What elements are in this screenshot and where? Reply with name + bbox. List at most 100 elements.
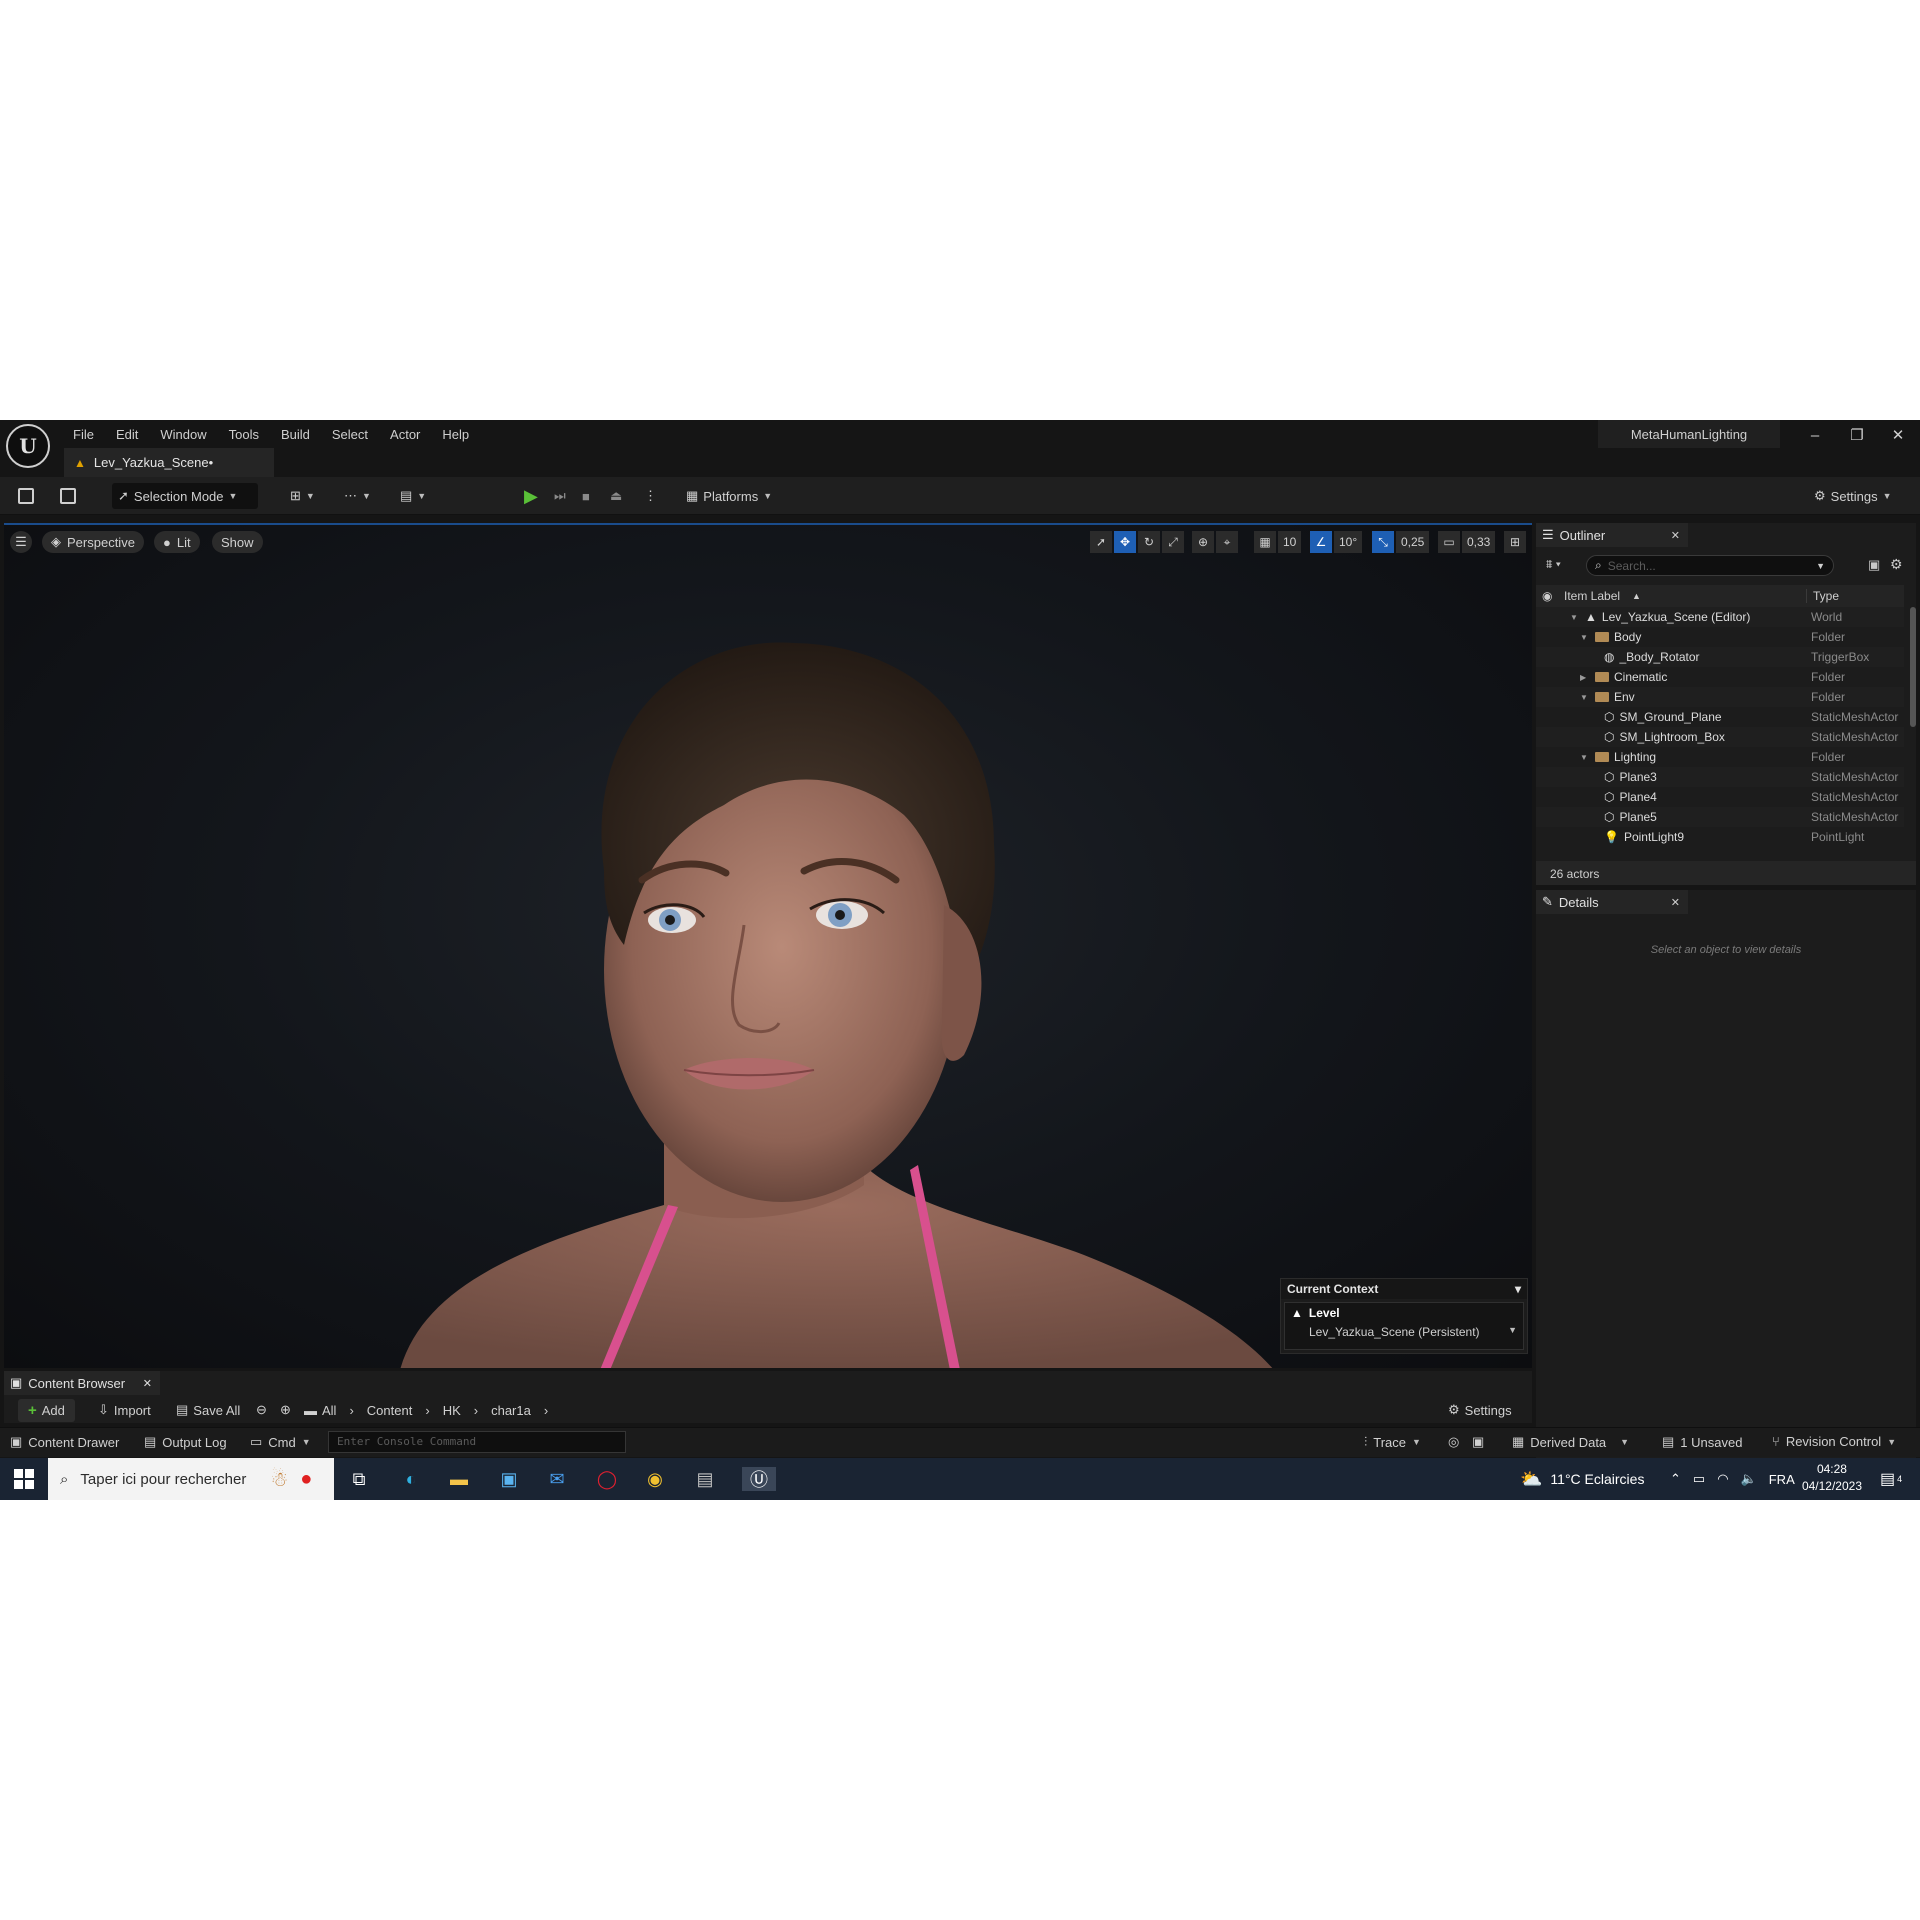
tree-row[interactable]: 💡 PointLight9 PointLight xyxy=(1536,827,1904,847)
expand-arrow-icon[interactable]: ▼ xyxy=(1580,693,1590,702)
level-document-tab[interactable]: ▲ Lev_Yazkua_Scene• xyxy=(64,448,274,477)
browse-level-icon[interactable] xyxy=(54,483,82,509)
menu-build[interactable]: Build xyxy=(270,424,321,445)
add-folder-icon[interactable]: ▣ xyxy=(1868,557,1880,573)
derived-data-dropdown[interactable]: ▦ Derived Data ▼ xyxy=(1512,1434,1629,1450)
tree-row[interactable]: ▼ Env Folder xyxy=(1536,687,1904,707)
scale-snap-value[interactable]: 0,25 xyxy=(1396,531,1430,553)
step-button[interactable]: ⏭ xyxy=(548,483,572,509)
more-options-button[interactable]: ⋮ xyxy=(638,483,663,509)
outliner-search-input[interactable]: ⌕ Search... ▼ xyxy=(1586,555,1834,576)
tree-row[interactable]: ⬡ SM_Ground_Plane StaticMeshActor xyxy=(1536,707,1904,727)
back-button[interactable]: ⊖ xyxy=(256,1402,267,1418)
screenshot-icon[interactable]: ▣ xyxy=(1472,1434,1484,1450)
content-drawer-button[interactable]: ▣ Content Drawer xyxy=(10,1434,119,1450)
content-settings-button[interactable]: ⚙ Settings xyxy=(1448,1402,1512,1418)
menu-tools[interactable]: Tools xyxy=(218,424,270,445)
blueprint-button[interactable]: ⋯ ▼ xyxy=(338,483,377,509)
file-explorer-icon[interactable]: ▬ xyxy=(446,1467,472,1491)
add-button[interactable]: + Add xyxy=(18,1398,75,1422)
tree-row[interactable]: ⬡ Plane3 StaticMeshActor xyxy=(1536,767,1904,787)
platforms-dropdown[interactable]: ▦ Platforms ▼ xyxy=(680,483,778,509)
tree-row[interactable]: ▼ ▲ Lev_Yazkua_Scene (Editor) World xyxy=(1536,607,1904,627)
select-tool-icon[interactable]: ➚ xyxy=(1090,531,1112,553)
translate-tool-icon[interactable]: ✥ xyxy=(1114,531,1136,553)
store-icon[interactable]: ▣ xyxy=(496,1467,522,1491)
close-tab-icon[interactable]: ✕ xyxy=(1671,896,1680,909)
menu-file[interactable]: File xyxy=(62,424,105,445)
unreal-logo-icon[interactable]: U xyxy=(6,424,50,468)
tree-row[interactable]: ▶ Cinematic Folder xyxy=(1536,667,1904,687)
forward-button[interactable]: ⊕ xyxy=(280,1402,291,1418)
unsaved-button[interactable]: ▤ 1 Unsaved xyxy=(1662,1434,1742,1450)
mail-icon[interactable]: ✉ xyxy=(544,1467,570,1491)
weather-widget[interactable]: ⛅ 11°C Eclaircies xyxy=(1520,1458,1644,1500)
minimize-icon[interactable]: – xyxy=(1795,424,1835,446)
taskbar-clock[interactable]: 04:28 04/12/2023 xyxy=(1802,1461,1862,1495)
close-icon[interactable]: ✕ xyxy=(1878,424,1918,446)
grid-snap-value[interactable]: 10 xyxy=(1278,531,1302,553)
close-tab-icon[interactable]: ✕ xyxy=(1671,529,1680,542)
show-button[interactable]: Show xyxy=(212,531,263,553)
level-viewport[interactable]: ☰ ◈ Perspective ● Lit Show ➚ ✥ ↻ ⤢ ⊕ ⌖ ▦… xyxy=(4,523,1532,1368)
expand-arrow-icon[interactable]: ▼ xyxy=(1580,753,1590,762)
add-actor-button[interactable]: ⊞ ▼ xyxy=(284,483,321,509)
wifi-icon[interactable]: ◠ xyxy=(1717,1471,1728,1487)
breadcrumb-content[interactable]: Content xyxy=(367,1403,413,1418)
notifications-button[interactable]: ▤ 4 xyxy=(1880,1458,1902,1500)
windows-start-icon[interactable] xyxy=(14,1469,34,1489)
collapse-arrow-icon[interactable]: ▾ xyxy=(1515,1282,1521,1296)
gear-icon[interactable]: ⚙ xyxy=(1890,556,1903,573)
outliner-tab[interactable]: ☰ Outliner ✕ xyxy=(1536,523,1688,547)
lit-button[interactable]: ● Lit xyxy=(154,531,200,553)
column-type[interactable]: Type xyxy=(1806,589,1839,603)
trace-dropdown[interactable]: ⫶ Trace ▼ xyxy=(1364,1434,1421,1450)
expand-arrow-icon[interactable]: ▼ xyxy=(1570,613,1580,622)
angle-snap-icon[interactable]: ∠ xyxy=(1310,531,1332,553)
column-item-label[interactable]: Item Label xyxy=(1564,589,1620,603)
menu-edit[interactable]: Edit xyxy=(105,424,149,445)
menu-actor[interactable]: Actor xyxy=(379,424,431,445)
record-icon[interactable]: ◎ xyxy=(1448,1434,1459,1450)
output-log-button[interactable]: ▤ Output Log xyxy=(144,1434,227,1450)
surface-snap-icon[interactable]: ⌖ xyxy=(1216,531,1238,553)
application-icon[interactable]: ▤ xyxy=(692,1467,718,1491)
console-command-input[interactable]: Enter Console Command xyxy=(328,1431,626,1453)
expand-arrow-icon[interactable]: ▼ xyxy=(1580,633,1590,642)
world-space-icon[interactable]: ⊕ xyxy=(1192,531,1214,553)
camera-speed-value[interactable]: 0,33 xyxy=(1462,531,1496,553)
save-all-button[interactable]: ▤ Save All xyxy=(176,1402,240,1418)
outliner-scrollbar[interactable] xyxy=(1910,607,1916,727)
breadcrumb-char1a[interactable]: char1a xyxy=(491,1403,531,1418)
tree-row[interactable]: ⬡ Plane4 StaticMeshActor xyxy=(1536,787,1904,807)
chrome-icon[interactable]: ◉ xyxy=(642,1467,668,1491)
task-view-icon[interactable]: ⧉ xyxy=(346,1467,372,1491)
tree-row[interactable]: ⬡ SM_Lightroom_Box StaticMeshActor xyxy=(1536,727,1904,747)
revision-control-dropdown[interactable]: ⑂ Revision Control ▼ xyxy=(1772,1434,1896,1449)
breadcrumb-all[interactable]: All xyxy=(322,1403,336,1418)
tree-row[interactable]: ◍ _Body_Rotator TriggerBox xyxy=(1536,647,1904,667)
tree-row[interactable]: ▼ Body Folder xyxy=(1536,627,1904,647)
angle-snap-value[interactable]: 10° xyxy=(1334,531,1363,553)
menu-help[interactable]: Help xyxy=(431,424,480,445)
rotate-tool-icon[interactable]: ↻ xyxy=(1138,531,1160,553)
perspective-button[interactable]: ◈ Perspective xyxy=(42,531,144,553)
close-tab-icon[interactable]: ✕ xyxy=(143,1377,152,1390)
collapsed-arrow-icon[interactable]: ▶ xyxy=(1580,673,1590,682)
device-icon[interactable]: ▭ xyxy=(1693,1471,1705,1487)
eject-button[interactable]: ⏏ xyxy=(604,483,628,509)
selection-mode-dropdown[interactable]: ➚ Selection Mode ▼ xyxy=(112,483,258,509)
level-select[interactable]: Lev_Yazkua_Scene (Persistent) ▼ xyxy=(1285,1323,1523,1341)
settings-dropdown[interactable]: ⚙ Settings ▼ xyxy=(1808,483,1898,509)
import-button[interactable]: ⇩ Import xyxy=(98,1402,151,1418)
cinematics-button[interactable]: ▤ ▼ xyxy=(394,483,432,509)
scale-tool-icon[interactable]: ⤢ xyxy=(1162,531,1184,553)
taskbar-search-input[interactable]: ⌕ Taper ici pour rechercher ☃ ● xyxy=(48,1458,334,1500)
restore-icon[interactable]: ❐ xyxy=(1837,424,1877,446)
save-icon[interactable] xyxy=(12,483,40,509)
cmd-dropdown[interactable]: ▭ Cmd ▼ xyxy=(250,1434,311,1450)
camera-icon[interactable]: ▭ xyxy=(1438,531,1460,553)
chevron-up-icon[interactable]: ⌃ xyxy=(1670,1471,1681,1487)
volume-icon[interactable]: 🔈 xyxy=(1741,1471,1757,1487)
viewport-layout-icon[interactable]: ⊞ xyxy=(1504,531,1526,553)
